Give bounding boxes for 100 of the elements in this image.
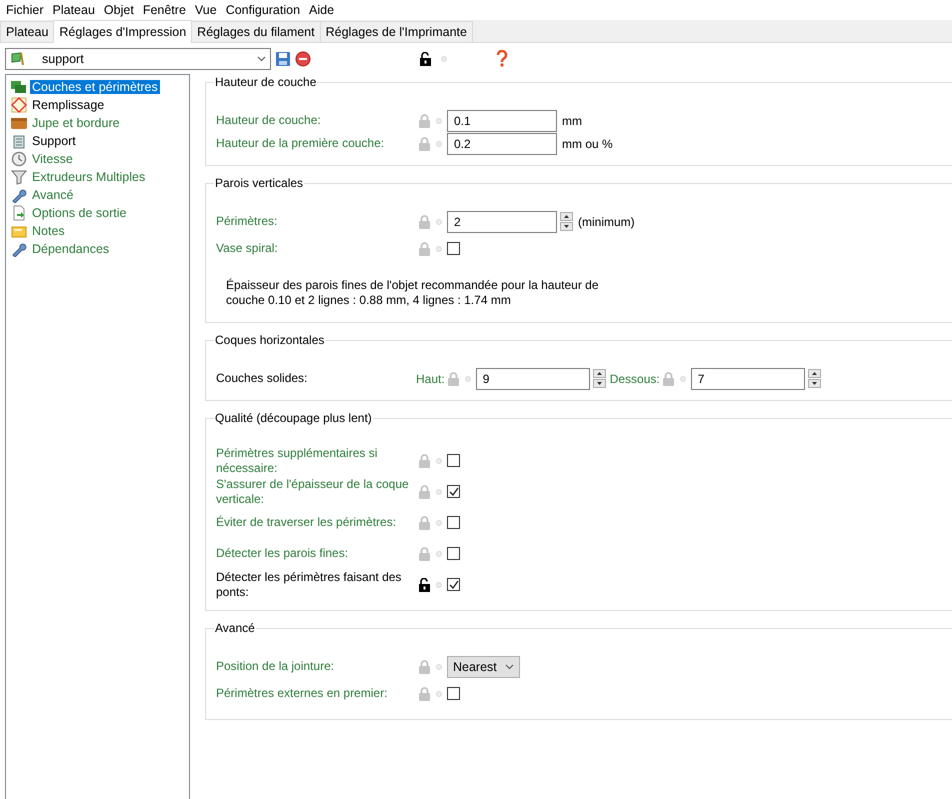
sidebar-item[interactable]: Extrudeurs Multiples (30, 170, 148, 184)
unit-label: mm ou % (562, 136, 613, 150)
dot-icon (436, 118, 442, 124)
document-arrow-icon (11, 205, 27, 221)
group-title: Avancé (214, 621, 256, 635)
delete-icon[interactable] (295, 50, 311, 66)
help-icon[interactable] (496, 50, 508, 67)
wrench-icon (11, 241, 27, 257)
dot-icon (436, 488, 442, 494)
spin-up-button[interactable] (808, 369, 821, 378)
number-field[interactable]: 2 (447, 210, 557, 232)
number-field[interactable]: 9 (476, 368, 590, 390)
menu-item[interactable]: Plateau (50, 3, 101, 17)
sidebar-item[interactable]: Vitesse (30, 152, 75, 166)
group-title: Qualité (découpage plus lent) (214, 411, 373, 425)
spin-up-button[interactable] (592, 369, 606, 378)
checkbox[interactable] (447, 578, 460, 591)
setting-label: Hauteur de couche: (216, 113, 322, 128)
dot-icon (441, 56, 447, 62)
dot-icon (436, 458, 442, 464)
caret-icon (257, 56, 266, 62)
setting-label: Éviter de traverser les périmètres: (216, 515, 398, 530)
setting-label: Hauteur de la première couche: (216, 136, 386, 151)
menu-item[interactable]: Fenêtre (140, 3, 192, 17)
menu-item[interactable]: Vue (192, 3, 223, 17)
down-arrow-icon (812, 382, 817, 385)
tab[interactable]: Réglages du filament (191, 21, 321, 42)
sidebar-item[interactable]: Support (30, 134, 78, 148)
caret-icon (505, 664, 514, 670)
checkbox[interactable] (447, 687, 460, 700)
clock-icon (11, 151, 27, 167)
menu-item[interactable]: Configuration (222, 3, 306, 17)
sidebar-item[interactable]: Avancé (30, 188, 76, 202)
tab[interactable]: Réglages d'Impression (53, 20, 192, 43)
funnel-icon (11, 169, 27, 185)
layers-icon (11, 79, 27, 95)
checkbox[interactable] (447, 485, 460, 498)
down-arrow-icon (596, 382, 602, 385)
dot-icon (436, 690, 442, 696)
dot-icon (436, 664, 442, 670)
dot-icon (436, 520, 442, 526)
menu-item[interactable]: Objet (100, 3, 140, 17)
unit-label: mm (562, 114, 582, 128)
checkbox[interactable] (447, 454, 460, 467)
dot-icon (436, 246, 442, 252)
unit-label: (minimum) (578, 214, 635, 228)
up-arrow-icon (812, 372, 817, 375)
setting-label: Couches solides: (216, 371, 308, 386)
setting-label: Détecter les périmètres faisant des ponts: (216, 570, 402, 600)
checkbox[interactable] (447, 547, 460, 560)
checkbox[interactable] (447, 242, 460, 255)
setting-label: Périmètres: (216, 214, 278, 229)
sidebar-item[interactable]: Notes (30, 224, 67, 238)
field-label: Haut: (416, 372, 445, 386)
tab[interactable]: Réglages de l'Imprimante (320, 21, 473, 42)
setting-label: Position de la jointure: (216, 659, 336, 674)
setting-label: S'assurer de l'épaisseur de la coque verticale: (216, 476, 410, 506)
dot-icon (436, 218, 442, 224)
sidebar-item[interactable]: Remplissage (30, 98, 106, 112)
sidebar-item[interactable]: Couches et périmètres (30, 80, 160, 94)
group-title: Hauteur de couche (214, 75, 318, 89)
info-text: Épaisseur des parois fines de l'objet recommandée pour la hauteur de couche 0.10 et 2 lignes : 0.88 mm, 4 lignes : 1.74 mm (226, 278, 600, 308)
building-icon (11, 133, 27, 149)
wrench-icon (11, 187, 27, 203)
infill-icon (11, 97, 27, 113)
dot-icon (436, 582, 442, 588)
sidebar-item[interactable]: Dépendances (30, 242, 112, 256)
up-arrow-icon (596, 372, 602, 375)
dot-icon (680, 376, 686, 382)
sidebar-item[interactable]: Jupe et bordure (30, 116, 122, 130)
dot-icon (436, 140, 442, 146)
down-arrow-icon (564, 225, 569, 228)
dropdown[interactable]: Nearest (447, 656, 520, 678)
spin-down-button[interactable] (560, 222, 573, 231)
setting-label: Vase spiral: (216, 241, 279, 256)
group-title: Coques horizontales (214, 333, 326, 347)
flag-icon (10, 52, 26, 66)
save-icon[interactable] (275, 50, 291, 66)
menu-item[interactable]: Aide (306, 3, 340, 17)
preset-dropdown[interactable]: support (5, 48, 271, 70)
spin-up-button[interactable] (560, 212, 573, 221)
setting-label: Périmètres externes en premier: (216, 686, 388, 701)
unlocked-padlock-icon[interactable] (420, 52, 431, 66)
input-field[interactable]: 0.1 (447, 110, 557, 132)
unlocked-padlock-icon[interactable] (419, 578, 430, 592)
setting-label: Détecter les parois fines: (216, 546, 350, 561)
input-field[interactable]: 0.2 (447, 132, 557, 154)
spin-down-button[interactable] (592, 379, 606, 388)
spin-down-button[interactable] (808, 379, 821, 388)
field-label: Dessous: (610, 372, 660, 386)
setting-label: Périmètres supplémentaires si nécessaire: (216, 446, 378, 476)
dot-icon (436, 550, 442, 556)
box-icon (11, 115, 27, 131)
checkbox[interactable] (447, 516, 460, 529)
tab[interactable]: Plateau (0, 21, 54, 42)
menu-item[interactable]: Fichier (3, 3, 50, 17)
group-title: Parois verticales (214, 176, 304, 190)
up-arrow-icon (564, 215, 569, 218)
sidebar-item[interactable]: Options de sortie (30, 206, 128, 220)
number-field[interactable]: 7 (690, 368, 805, 390)
